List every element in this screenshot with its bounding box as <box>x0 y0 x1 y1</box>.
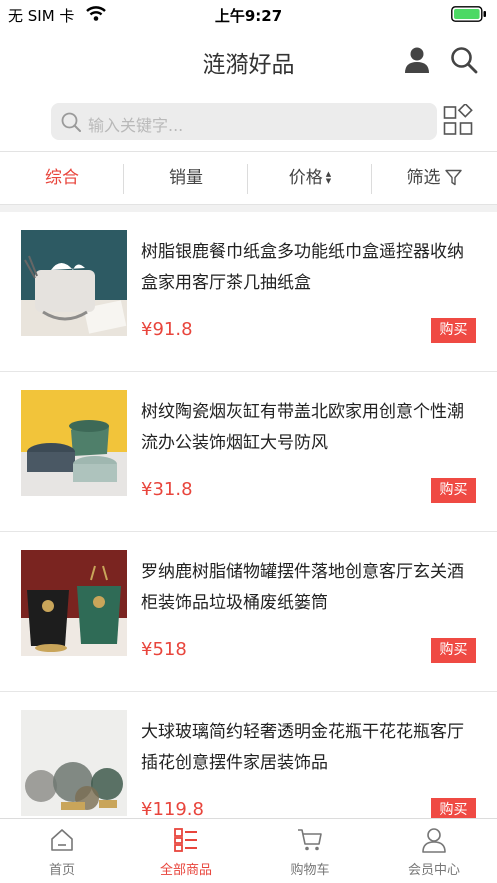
buy-button[interactable]: 购买 <box>431 638 476 663</box>
product-card[interactable]: 大球玻璃简约轻奢透明金花瓶干花花瓶客厅插花创意摆件家居装饰品 ¥119.8 购买 <box>0 692 497 818</box>
filter-icon <box>444 169 462 186</box>
search-row: 输入关键字... <box>0 100 497 144</box>
sort-tab-price[interactable]: 价格 ▲ ▼ <box>248 152 372 204</box>
member-icon <box>422 828 446 853</box>
tab-cart-label: 购物车 <box>290 863 330 878</box>
product-image <box>21 710 127 816</box>
tab-member-center[interactable]: 会员中心 <box>372 819 496 883</box>
search-placeholder: 输入关键字... <box>88 116 184 135</box>
magnifier-icon <box>61 112 81 132</box>
clock: 上午9:27 <box>214 7 283 25</box>
product-title: 树脂银鹿餐巾纸盒多功能纸巾盒遥控器收纳盒家用客厅茶几抽纸盒 <box>141 242 464 293</box>
sort-bar: 综合 销量 价格 ▲ ▼ 筛选 <box>0 151 497 205</box>
cart-icon <box>298 829 322 851</box>
product-title: 树纹陶瓷烟灰缸有带盖北欧家用创意个性潮流办公装饰烟缸大号防风 <box>141 402 464 453</box>
sort-tab-filter[interactable]: 筛选 <box>372 152 496 204</box>
buy-button[interactable]: 购买 <box>431 318 476 343</box>
product-image <box>21 550 127 656</box>
home-icon <box>51 829 73 851</box>
sort-arrows-icon: ▲ ▼ <box>325 170 332 185</box>
tab-member-center-label: 会员中心 <box>407 863 460 878</box>
tab-home-label: 首页 <box>48 863 75 878</box>
product-price: ¥119.8 <box>141 799 204 818</box>
user-icon[interactable] <box>403 46 431 74</box>
product-image <box>21 390 127 496</box>
product-card[interactable]: 树脂银鹿餐巾纸盒多功能纸巾盒遥控器收纳盒家用客厅茶几抽纸盒 ¥91.8 购买 <box>0 212 497 372</box>
list-icon <box>174 828 197 852</box>
product-price: ¥91.8 <box>141 319 193 340</box>
buy-button[interactable]: 购买 <box>431 798 476 818</box>
buy-button[interactable]: 购买 <box>431 478 476 503</box>
grid-view-icon[interactable] <box>443 104 473 136</box>
product-image <box>21 230 127 336</box>
product-title: 大球玻璃简约轻奢透明金花瓶干花花瓶客厅插花创意摆件家居装饰品 <box>141 722 464 773</box>
search-icon[interactable] <box>449 45 479 75</box>
tab-all-products[interactable]: 全部商品 <box>124 819 248 883</box>
product-list: 树脂银鹿餐巾纸盒多功能纸巾盒遥控器收纳盒家用客厅茶几抽纸盒 ¥91.8 购买 树… <box>0 212 497 818</box>
product-card[interactable]: 罗纳鹿树脂储物罐摆件落地创意客厅玄关酒柜装饰品垃圾桶废纸篓筒 ¥518 购买 <box>0 532 497 692</box>
tab-home[interactable]: 首页 <box>0 819 124 883</box>
product-title: 罗纳鹿树脂储物罐摆件落地创意客厅玄关酒柜装饰品垃圾桶废纸篓筒 <box>141 562 464 613</box>
product-price: ¥518 <box>141 639 187 660</box>
tab-all-products-label: 全部商品 <box>159 863 212 878</box>
bottom-tab-bar: 首页 全部商品 购物车 会员中心 <box>0 818 497 883</box>
status-bar: 无 SIM 卡 上午9:27 <box>0 0 497 28</box>
product-price: ¥31.8 <box>141 479 193 500</box>
nav-bar: 涟漪好品 <box>0 28 497 92</box>
battery-icon <box>451 6 486 22</box>
sort-tab-sales[interactable]: 销量 <box>124 152 248 204</box>
tab-cart[interactable]: 购物车 <box>248 819 372 883</box>
sort-tab-comprehensive[interactable]: 综合 <box>0 152 124 204</box>
search-input[interactable]: 输入关键字... <box>51 103 437 140</box>
product-card[interactable]: 树纹陶瓷烟灰缸有带盖北欧家用创意个性潮流办公装饰烟缸大号防风 ¥31.8 购买 <box>0 372 497 532</box>
section-gap <box>0 205 497 212</box>
